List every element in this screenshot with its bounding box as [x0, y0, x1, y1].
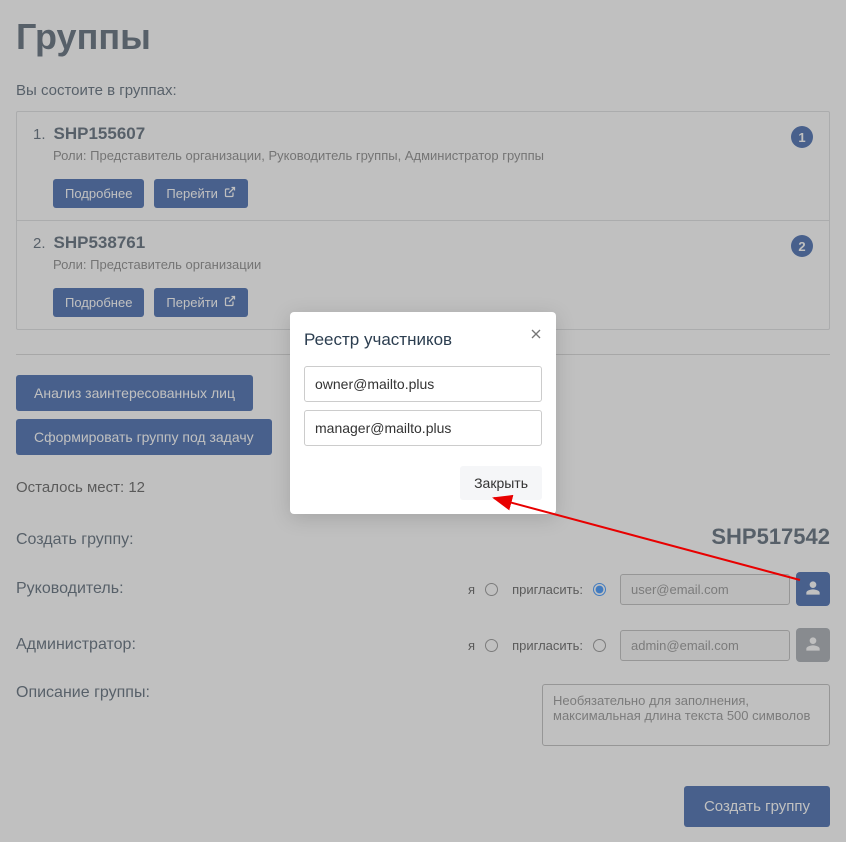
modal-overlay: Реестр участников owner@mailto.plus mana…: [0, 0, 846, 842]
modal-close-button[interactable]: Закрыть: [460, 466, 542, 500]
modal-title: Реестр участников: [304, 330, 542, 350]
participant-item: manager@mailto.plus: [304, 410, 542, 446]
close-icon[interactable]: [528, 326, 544, 347]
participant-item: owner@mailto.plus: [304, 366, 542, 402]
participants-modal: Реестр участников owner@mailto.plus mana…: [290, 312, 556, 514]
